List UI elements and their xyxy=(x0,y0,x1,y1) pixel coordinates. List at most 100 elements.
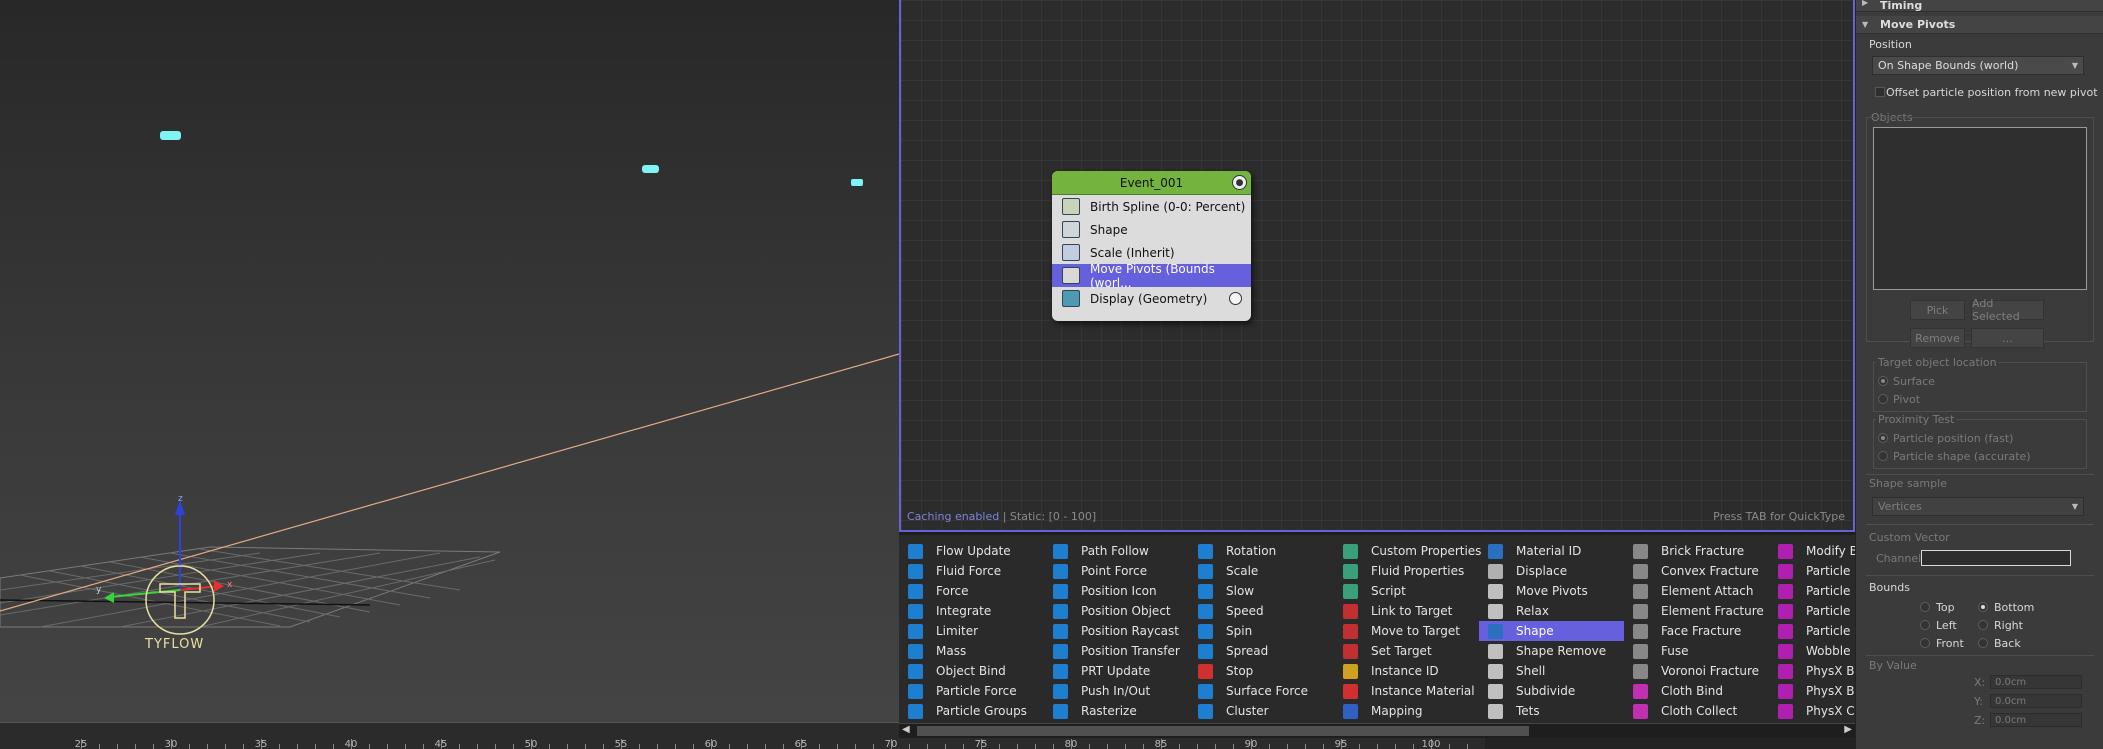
palette-item[interactable]: Shape Remove xyxy=(1479,641,1624,661)
flow-graph-canvas[interactable]: Event_001 ● Birth Spline (0-0: Percent) … xyxy=(899,0,1855,532)
palette-horizontal-scrollbar[interactable]: ◀ ▶ xyxy=(899,723,1855,738)
bottom-radio[interactable] xyxy=(1978,602,1988,612)
right-radio[interactable] xyxy=(1978,620,1988,630)
palette-item[interactable]: Cluster xyxy=(1189,701,1334,721)
operator-birth-spline[interactable]: Birth Spline (0-0: Percent) xyxy=(1052,195,1251,218)
palette-item[interactable]: Fluid Properties xyxy=(1334,561,1479,581)
palette-item[interactable]: Move Pivots xyxy=(1479,581,1624,601)
palette-item[interactable]: Instance Material xyxy=(1334,681,1479,701)
move-pivots-rollout-header[interactable]: ▼ Move Pivots xyxy=(1856,16,2103,34)
palette-item[interactable]: Tets xyxy=(1479,701,1624,721)
palette-item[interactable]: Particle B xyxy=(1769,561,1855,581)
palette-item[interactable]: Limiter xyxy=(899,621,1044,641)
palette-item[interactable]: Face Fracture xyxy=(1624,621,1769,641)
palette-item[interactable]: Slow xyxy=(1189,581,1334,601)
x-spinner[interactable]: 0.0cm xyxy=(1990,675,2082,689)
palette-item[interactable]: Fluid Force xyxy=(899,561,1044,581)
palette-item[interactable]: PhysX Bi xyxy=(1769,661,1855,681)
palette-item[interactable]: Instance ID xyxy=(1334,661,1479,681)
palette-item[interactable]: Convex Fracture xyxy=(1624,561,1769,581)
palette-item[interactable]: Rotation xyxy=(1189,541,1334,561)
palette-item[interactable]: Set Target xyxy=(1334,641,1479,661)
remove-button[interactable]: Remove xyxy=(1910,328,1965,348)
prox-fast-radio[interactable] xyxy=(1878,433,1888,443)
palette-item[interactable]: Move to Target xyxy=(1334,621,1479,641)
palette-item[interactable]: Rasterize xyxy=(1044,701,1189,721)
palette-item[interactable]: Integrate xyxy=(899,601,1044,621)
palette-item[interactable]: Mass xyxy=(899,641,1044,661)
viewport[interactable]: z y x TYFLOW xyxy=(0,0,899,749)
pivot-radio[interactable] xyxy=(1878,394,1888,404)
timing-rollout-header[interactable]: ▶ Timing xyxy=(1856,0,2103,12)
shape-sample-dropdown[interactable]: Vertices ▼ xyxy=(1872,497,2084,516)
palette-item[interactable]: Object Bind xyxy=(899,661,1044,681)
operator-move-pivots[interactable]: Move Pivots (Bounds (worl... xyxy=(1052,262,1251,290)
palette-item[interactable]: Link to Target xyxy=(1334,601,1479,621)
prox-accurate-radio[interactable] xyxy=(1878,451,1888,461)
palette-item[interactable]: Position Object xyxy=(1044,601,1189,621)
z-spinner[interactable]: 0.0cm xyxy=(1990,713,2082,727)
y-spinner[interactable]: 0.0cm xyxy=(1990,694,2082,708)
palette-item[interactable]: Push In/Out xyxy=(1044,681,1189,701)
palette-item[interactable]: Position Raycast xyxy=(1044,621,1189,641)
palette-item[interactable]: Path Follow xyxy=(1044,541,1189,561)
palette-item[interactable]: Position Icon xyxy=(1044,581,1189,601)
palette-item[interactable]: Material ID xyxy=(1479,541,1624,561)
event-node[interactable]: Event_001 ● Birth Spline (0-0: Percent) … xyxy=(1052,171,1251,321)
operator-display[interactable]: Display (Geometry) xyxy=(1052,287,1251,310)
palette-item[interactable]: Element Attach xyxy=(1624,581,1769,601)
palette-item[interactable]: PRT Update xyxy=(1044,661,1189,681)
left-radio[interactable] xyxy=(1920,620,1930,630)
palette-item[interactable]: Spread xyxy=(1189,641,1334,661)
palette-item[interactable]: Mapping xyxy=(1334,701,1479,721)
top-radio[interactable] xyxy=(1920,602,1930,612)
palette-item[interactable]: Element Fracture xyxy=(1624,601,1769,621)
palette-item[interactable]: Particle B xyxy=(1769,581,1855,601)
palette-item[interactable]: Stop xyxy=(1189,661,1334,681)
palette-item[interactable]: Speed xyxy=(1189,601,1334,621)
palette-item[interactable]: Modify B xyxy=(1769,541,1855,561)
surface-radio[interactable] xyxy=(1878,376,1888,386)
palette-item[interactable]: PhysX Co xyxy=(1769,701,1855,721)
palette-item[interactable]: Position Transfer xyxy=(1044,641,1189,661)
position-dropdown[interactable]: On Shape Bounds (world) ▼ xyxy=(1872,56,2084,75)
channel-input[interactable] xyxy=(1921,550,2071,566)
scrollbar-thumb[interactable] xyxy=(917,726,1529,736)
more-button[interactable]: ... xyxy=(1971,328,2044,348)
palette-item[interactable]: PhysX Bo xyxy=(1769,681,1855,701)
palette-item[interactable]: Cloth Bind xyxy=(1624,681,1769,701)
output-connector[interactable] xyxy=(1229,292,1242,305)
objects-list[interactable] xyxy=(1873,127,2087,290)
scroll-right-icon[interactable]: ▶ xyxy=(1844,724,1852,735)
palette-item[interactable]: Particle Groups xyxy=(899,701,1044,721)
palette-item[interactable]: Script xyxy=(1334,581,1479,601)
palette-item[interactable]: Particle Force xyxy=(899,681,1044,701)
event-header[interactable]: Event_001 ● xyxy=(1052,171,1251,195)
pick-button[interactable]: Pick xyxy=(1910,300,1965,320)
palette-item[interactable]: Surface Force xyxy=(1189,681,1334,701)
palette-item[interactable]: Fuse xyxy=(1624,641,1769,661)
palette-item[interactable]: Wobble xyxy=(1769,641,1855,661)
front-radio[interactable] xyxy=(1920,638,1930,648)
palette-item[interactable]: Point Force xyxy=(1044,561,1189,581)
scroll-left-icon[interactable]: ◀ xyxy=(902,724,910,735)
palette-item[interactable]: Subdivide xyxy=(1479,681,1624,701)
palette-item[interactable]: Particle S xyxy=(1769,621,1855,641)
palette-item[interactable]: Spin xyxy=(1189,621,1334,641)
palette-item[interactable]: Flow Update xyxy=(899,541,1044,561)
palette-item[interactable]: Cloth Collect xyxy=(1624,701,1769,721)
palette-item[interactable]: Particle P xyxy=(1769,601,1855,621)
palette-item[interactable]: Voronoi Fracture xyxy=(1624,661,1769,681)
palette-item[interactable]: Shell xyxy=(1479,661,1624,681)
palette-item[interactable]: Shape xyxy=(1479,621,1624,641)
operator-palette[interactable]: Flow Update Fluid Force Force Integrate Limi… xyxy=(899,535,1855,723)
offset-checkbox[interactable] xyxy=(1875,87,1885,97)
lightbulb-icon[interactable]: ● xyxy=(1232,175,1247,190)
palette-item[interactable]: Custom Properties xyxy=(1334,541,1481,561)
palette-item[interactable]: Brick Fracture xyxy=(1624,541,1769,561)
palette-item[interactable]: Relax xyxy=(1479,601,1624,621)
palette-item[interactable]: Scale xyxy=(1189,561,1334,581)
back-radio[interactable] xyxy=(1978,638,1988,648)
palette-item[interactable]: Displace xyxy=(1479,561,1624,581)
add-selected-button[interactable]: Add Selected xyxy=(1971,297,2044,323)
